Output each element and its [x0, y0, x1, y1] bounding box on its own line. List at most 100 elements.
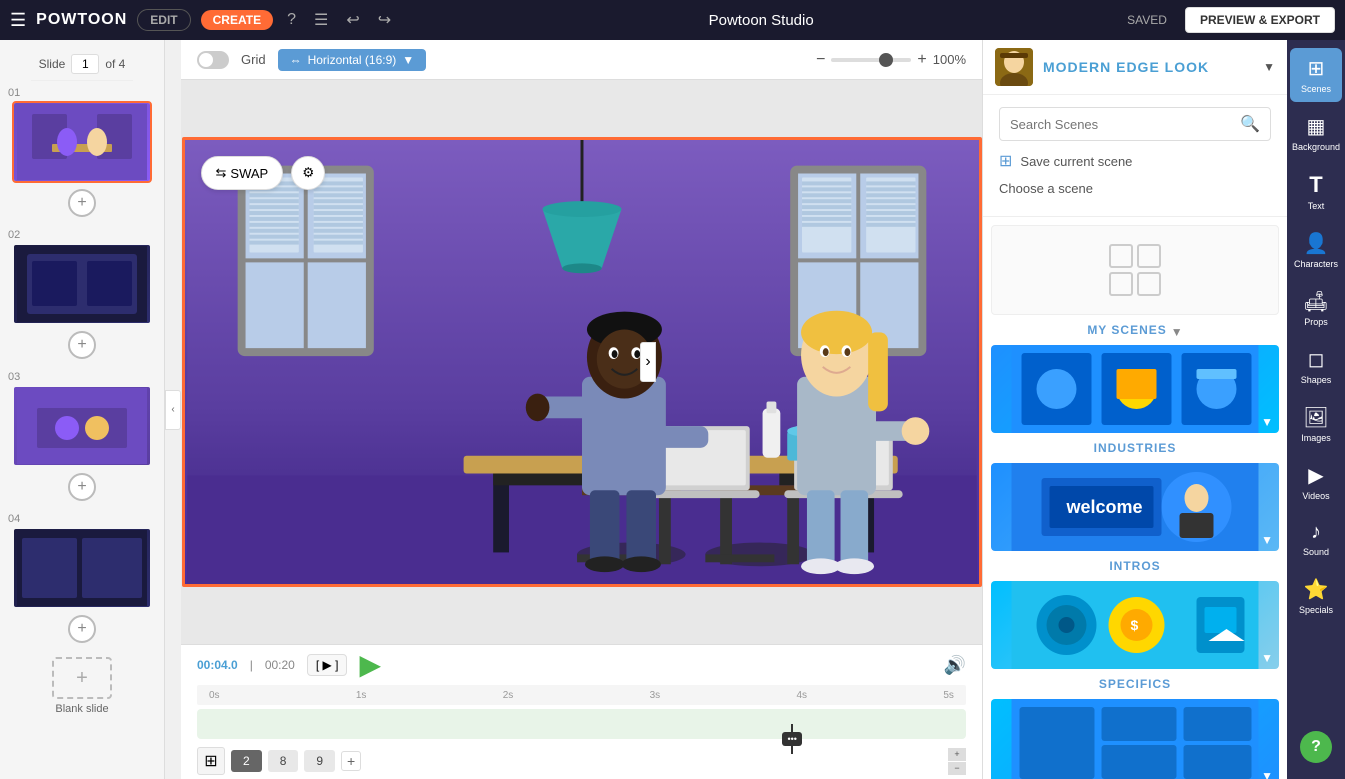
background-icon: ▦ — [1307, 114, 1326, 139]
help-icon-btn[interactable]: ? — [283, 7, 300, 33]
timeline-home-btn[interactable]: ⊞ — [197, 747, 225, 775]
timeline-track[interactable]: ••• — [197, 709, 966, 739]
blank-slide-box: + — [52, 657, 112, 699]
timeline-zoom-controls: + − — [948, 748, 966, 775]
play-button[interactable]: ▶ — [359, 651, 381, 679]
profile-dropdown-icon[interactable]: ▼ — [1263, 60, 1275, 74]
timeline-label-4s: 4s — [797, 690, 808, 701]
slide-add-btn-4[interactable]: + — [68, 615, 96, 643]
right-panel: MODERN EDGE LOOK ▼ 🔍 ⊞ Save current scen… — [982, 40, 1287, 779]
collapse-left-button[interactable]: ‹ — [165, 390, 181, 430]
slide-label: Slide — [39, 57, 66, 71]
slide-panel: Slide of 4 01 + 02 — [0, 40, 165, 779]
profile-avatar — [995, 48, 1033, 86]
text-label: Text — [1308, 201, 1325, 211]
scene-card-imagegrids[interactable]: ▼ — [991, 699, 1279, 779]
my-scenes-row: MY SCENES ▼ — [991, 319, 1279, 345]
bookmark-icon-btn[interactable]: ☰ — [310, 6, 332, 34]
undo-button[interactable]: ↩ — [342, 6, 363, 34]
intros-down-arrow: ▼ — [1261, 533, 1273, 547]
grid-toggle[interactable] — [197, 51, 229, 69]
characters-icon: 👤 — [1304, 231, 1329, 256]
scene-card-specifics[interactable]: $ ▼ — [991, 581, 1279, 669]
menu-icon[interactable]: ☰ — [10, 10, 26, 31]
timeline-btn-9[interactable]: 9 — [304, 750, 335, 772]
slide-thumbnail-2[interactable] — [12, 243, 152, 325]
imagegrids-down-arrow: ▼ — [1261, 769, 1273, 779]
slide-add-btn-1[interactable]: + — [68, 189, 96, 217]
slide-thumbnail-1[interactable] — [12, 101, 152, 183]
slide-add-btn-2[interactable]: + — [68, 331, 96, 359]
icon-bar-videos[interactable]: ▶ Videos — [1290, 455, 1342, 509]
specials-icon: ⭐ — [1304, 577, 1329, 602]
save-scene-row[interactable]: ⊞ Save current scene — [999, 151, 1271, 171]
icon-bar-shapes[interactable]: ◻ Shapes — [1290, 339, 1342, 393]
timeline-label-5s: 5s — [943, 690, 954, 701]
icon-bar-background[interactable]: ▦ Background — [1290, 106, 1342, 160]
slide-number-01: 01 — [8, 87, 20, 99]
timeline-add-btn[interactable]: + — [341, 751, 361, 771]
scenes-header: 🔍 ⊞ Save current scene Choose a scene — [983, 95, 1287, 217]
timeline-zoom-in[interactable]: + — [948, 748, 966, 761]
sound-label: Sound — [1303, 547, 1329, 557]
choose-scene-label: Choose a scene — [999, 181, 1271, 196]
edit-button[interactable]: EDIT — [137, 9, 190, 31]
profile-header: MODERN EDGE LOOK ▼ — [983, 40, 1287, 95]
canvas-wrapper: ⇆ SWAP ⚙ › — [181, 80, 982, 644]
collapse-right-button[interactable]: › — [640, 342, 656, 382]
settings-icon: ⚙ — [302, 165, 314, 181]
videos-icon: ▶ — [1308, 463, 1323, 488]
search-input[interactable] — [1010, 117, 1232, 132]
blank-slide[interactable]: + Blank slide — [52, 657, 112, 715]
props-label: Props — [1304, 317, 1328, 327]
slide-number-input[interactable] — [71, 54, 99, 74]
svg-text:$: $ — [1131, 617, 1139, 633]
slide-of-label: of 4 — [105, 57, 125, 71]
zoom-minus-button[interactable]: − — [816, 51, 825, 69]
zoom-plus-button[interactable]: + — [917, 51, 926, 69]
swap-bar: ⇆ SWAP ⚙ — [201, 156, 326, 190]
svg-text:welcome: welcome — [1066, 497, 1143, 517]
icon-bar-specials[interactable]: ⭐ Specials — [1290, 569, 1342, 623]
swap-icon: ⇆ — [216, 165, 227, 181]
zoom-slider[interactable] — [831, 58, 911, 62]
orientation-button[interactable]: ⇔ Horizontal (16:9) ▼ — [278, 49, 427, 71]
my-scenes-arrow[interactable]: ▼ — [1171, 325, 1183, 339]
slide-thumbnail-4[interactable] — [12, 527, 152, 609]
redo-button[interactable]: ↪ — [374, 6, 395, 34]
orientation-label: Horizontal (16:9) — [308, 53, 397, 67]
icon-bar-scenes[interactable]: ⊞ Scenes — [1290, 48, 1342, 102]
canvas-frame[interactable]: ⇆ SWAP ⚙ — [182, 137, 982, 587]
timeline-zoom-out[interactable]: − — [948, 762, 966, 775]
create-button[interactable]: CREATE — [201, 10, 273, 30]
icon-bar-text[interactable]: T Text — [1290, 164, 1342, 219]
help-button[interactable]: ? — [1300, 731, 1332, 763]
timeline-label-1s: 1s — [356, 690, 367, 701]
main-area: Slide of 4 01 + 02 — [0, 40, 1345, 779]
volume-button[interactable]: 🔊 — [944, 655, 966, 676]
orientation-icon: ⇔ — [290, 53, 302, 67]
shapes-label: Shapes — [1301, 375, 1332, 385]
slide-thumbnail-3[interactable] — [12, 385, 152, 467]
text-icon: T — [1309, 172, 1322, 198]
scene-card-industries[interactable]: ▼ — [991, 345, 1279, 433]
swap-label: SWAP — [230, 166, 268, 181]
profile-name: MODERN EDGE LOOK — [1043, 59, 1209, 75]
swap-button[interactable]: ⇆ SWAP — [201, 156, 284, 190]
timeline-btn-8[interactable]: 8 — [268, 750, 299, 772]
icon-bar-props[interactable]: 🛋 Props — [1290, 281, 1342, 335]
settings-button[interactable]: ⚙ — [291, 156, 325, 190]
icon-bar-characters[interactable]: 👤 Characters — [1290, 223, 1342, 277]
search-box: 🔍 — [999, 107, 1271, 141]
frame-button[interactable]: [ ▶ ] — [307, 654, 348, 676]
search-icon: 🔍 — [1240, 114, 1260, 134]
scenes-content: MY SCENES ▼ ▼ INDUSTRIES — [983, 217, 1287, 779]
preview-export-button[interactable]: PREVIEW & EXPORT — [1185, 7, 1335, 33]
shapes-icon: ◻ — [1308, 347, 1325, 372]
slide-add-btn-3[interactable]: + — [68, 473, 96, 501]
icon-bar-sound[interactable]: ♪ Sound — [1290, 513, 1342, 565]
timeline-btn-2[interactable]: 2 — [231, 750, 262, 772]
icon-bar-images[interactable]: 🖼 Images — [1290, 397, 1342, 451]
time-current: 00:04.0 — [197, 658, 238, 672]
scene-card-intros[interactable]: welcome ▼ — [991, 463, 1279, 551]
